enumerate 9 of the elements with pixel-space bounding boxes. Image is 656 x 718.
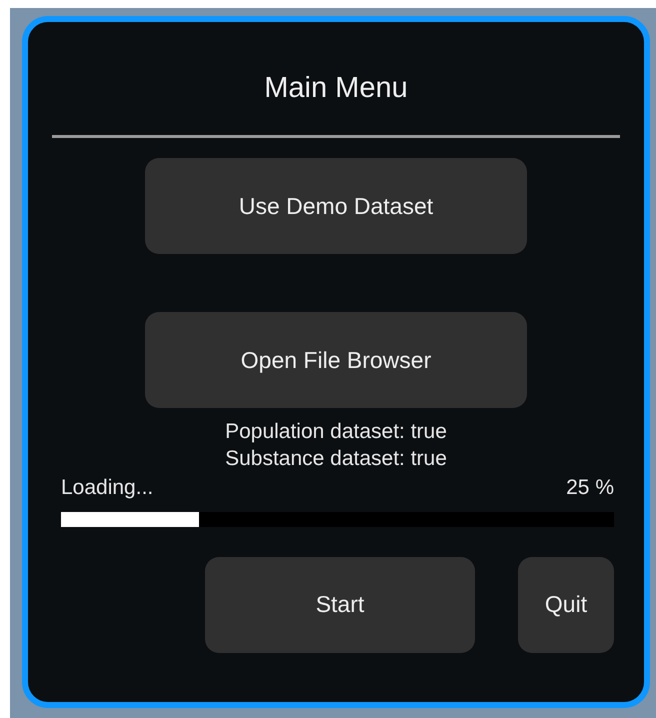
status-text: Population dataset: true	[225, 419, 447, 445]
action-button[interactable]: Start	[205, 556, 475, 652]
menu-button[interactable]: Use Demo Dataset	[145, 158, 527, 254]
status-text: Substance dataset: true	[225, 446, 447, 472]
progress-reading: 25 %	[566, 475, 614, 501]
loading-label: Loading...	[61, 475, 154, 501]
panel-title: Main Menu	[264, 74, 408, 103]
menu-button[interactable]: Open File Browser	[145, 312, 527, 408]
action-button[interactable]: Quit	[518, 556, 614, 652]
